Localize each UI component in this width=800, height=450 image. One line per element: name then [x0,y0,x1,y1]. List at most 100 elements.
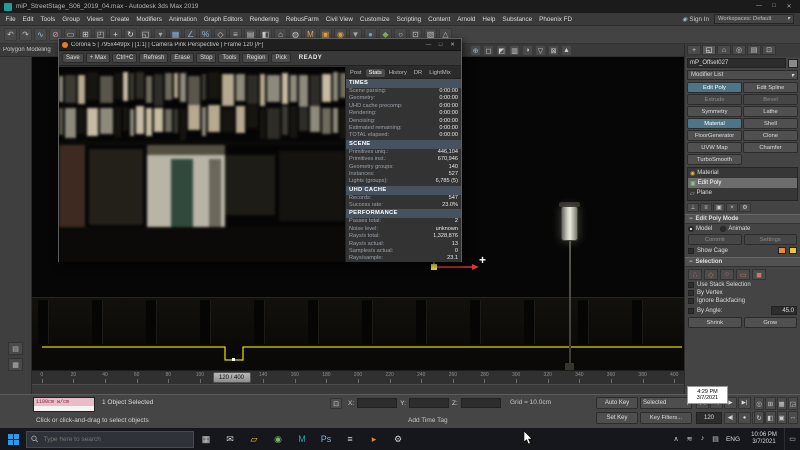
corona-toolbar-button[interactable]: Erase [170,53,194,63]
corona-toolbar-button[interactable]: Save [62,53,84,63]
playback-button[interactable]: ● [738,412,751,424]
dock-icon[interactable]: ▦ [8,358,23,371]
ribbon-icon[interactable]: ◩ [496,45,507,56]
menu-item[interactable]: Group [59,16,84,23]
object-color-swatch[interactable] [788,59,798,68]
taskbar-app-icon[interactable]: ▱ [242,428,266,450]
maxscript-mini-listener[interactable]: 1100cm w/cm [33,397,95,412]
viewport-nav-button[interactable]: ◎ [754,397,764,410]
subobject-button[interactable]: ◼ [752,269,766,280]
tray-icon[interactable]: ▤ [709,435,722,443]
viewport-nav-button[interactable]: ◧ [765,411,775,424]
viewport-nav-button[interactable]: ▦ [777,397,787,410]
ribbon-icon[interactable]: ◑ [522,45,533,56]
selection-checkbox[interactable]: Use Stack Selection [688,282,797,288]
menu-item[interactable]: Rendering [246,16,282,23]
taskbar-app-icon[interactable]: Ps [314,428,338,450]
menu-item[interactable]: Help [479,16,499,23]
stack-tool-button[interactable]: ⊥ [687,203,699,212]
modifier-list-dropdown[interactable]: Modifier List ▾ [687,70,798,80]
search-input[interactable] [41,435,189,444]
taskbar-app-icon[interactable]: ✉ [218,428,242,450]
corona-tab[interactable]: History [386,69,410,77]
modifier-button[interactable]: Edit Poly [687,82,742,93]
cage-color-swatch[interactable] [778,247,786,254]
minimize-button[interactable]: — [752,3,766,10]
dock-icon[interactable]: ▤ [8,342,23,355]
close-button[interactable]: ✕ [782,3,796,10]
toolbar-icon[interactable]: ↷ [19,28,32,41]
model-radio[interactable]: Model [688,226,712,232]
command-panel-tab[interactable]: ⊡ [762,45,776,55]
modifier-button[interactable]: TurboSmooth [687,154,742,165]
corona-toolbar-button[interactable]: + Max [86,53,111,63]
menu-item[interactable]: Content [425,16,454,23]
corona-tab[interactable]: DR [411,69,425,77]
subobject-button[interactable]: ∴ [688,269,702,280]
modifier-button[interactable]: FloorGenerator [687,130,742,141]
corona-toolbar-button[interactable]: Ctrl+C [112,53,137,63]
rollout-edit-poly-mode[interactable]: − Edit Poly Mode [685,214,800,224]
time-slider-handle[interactable]: 120 / 400 [213,372,251,383]
corona-toolbar-button[interactable]: Refresh [139,53,168,63]
lock-selection-toggle[interactable]: ⊡ [330,398,342,409]
menu-item[interactable]: Graph Editors [200,16,246,23]
command-panel-tab[interactable]: + [687,45,701,55]
viewport-nav-button[interactable]: ⊞ [765,397,775,410]
stack-tool-button[interactable]: ≡ [700,203,712,212]
z-field[interactable] [461,398,501,408]
taskbar-search[interactable] [26,431,194,448]
track-bar[interactable] [32,384,684,394]
menu-item[interactable]: Phoenix FD [536,16,576,23]
selection-checkbox[interactable]: By Vertex [688,290,797,296]
key-filters-button[interactable]: Key Filters... [640,412,692,424]
corona-toolbar-button[interactable]: Pick [271,53,290,63]
modifier-button[interactable]: Symmetry [687,106,742,117]
modifier-button[interactable]: Edit Spline [743,82,798,93]
show-cage-checkbox[interactable] [688,248,694,254]
corona-toolbar-button[interactable]: Tools [218,53,240,63]
viewport-nav-button[interactable]: ↻ [754,411,764,424]
add-time-tag[interactable]: Add Time Tag [408,417,448,424]
modifier-button[interactable]: Clone [743,130,798,141]
command-panel-tab[interactable]: ▤ [747,45,761,55]
commit-button[interactable]: Commit [688,234,742,245]
object-name-field[interactable]: mP_Offset027 [687,58,786,68]
taskbar-app-icon[interactable]: ≡ [338,428,362,450]
start-button[interactable] [0,428,26,450]
key-filter-dropdown[interactable]: Selected ▾ [640,397,692,409]
menu-item[interactable]: Animation [165,16,200,23]
menu-item[interactable]: Customize [356,16,393,23]
stack-tool-button[interactable]: ▣ [713,203,725,212]
maximize-button[interactable]: □ [767,3,781,10]
ribbon-tab-label[interactable]: Polygon Modeling [3,47,51,53]
tray-icon[interactable]: ≋ [683,435,696,443]
workspaces-dropdown[interactable]: Workspaces: Default ▾ [714,14,794,24]
playback-button[interactable]: ▶| [738,397,751,409]
cage-color-swatch[interactable] [789,247,797,254]
viewport-nav-button[interactable]: ↔ [788,411,798,424]
rollout-selection[interactable]: − Selection [685,257,800,267]
menu-item[interactable]: Arnold [454,16,479,23]
taskbar-app-icon[interactable]: ⚙ [386,428,410,450]
playback-button[interactable]: ◀| [724,412,737,424]
subobject-button[interactable]: ▭ [736,269,750,280]
ribbon-icon[interactable]: ⊠ [548,45,559,56]
menu-item[interactable]: Substance [499,16,536,23]
command-panel-tab[interactable]: ◱ [702,45,716,55]
menu-item[interactable]: Modifiers [133,16,166,23]
command-panel-tab[interactable]: ⌂ [717,45,731,55]
menu-item[interactable]: RebusFarm [282,16,322,23]
menu-item[interactable]: Edit [19,16,37,23]
modifier-button[interactable]: Extrude [687,94,742,105]
menu-item[interactable]: Civil View [322,16,356,23]
menu-item[interactable]: Views [83,16,107,23]
selection-checkbox[interactable]: Ignore Backfacing [688,298,797,304]
corona-toolbar-button[interactable]: Region [242,53,269,63]
ribbon-icon[interactable]: ◻ [483,45,494,56]
modifier-stack-item[interactable]: ▣ Edit Poly [688,178,797,188]
taskbar-app-icon[interactable]: M [290,428,314,450]
corona-close-button[interactable]: ✕ [447,42,458,48]
modifier-button[interactable]: Bevel [743,94,798,105]
menu-item[interactable]: File [2,16,19,23]
